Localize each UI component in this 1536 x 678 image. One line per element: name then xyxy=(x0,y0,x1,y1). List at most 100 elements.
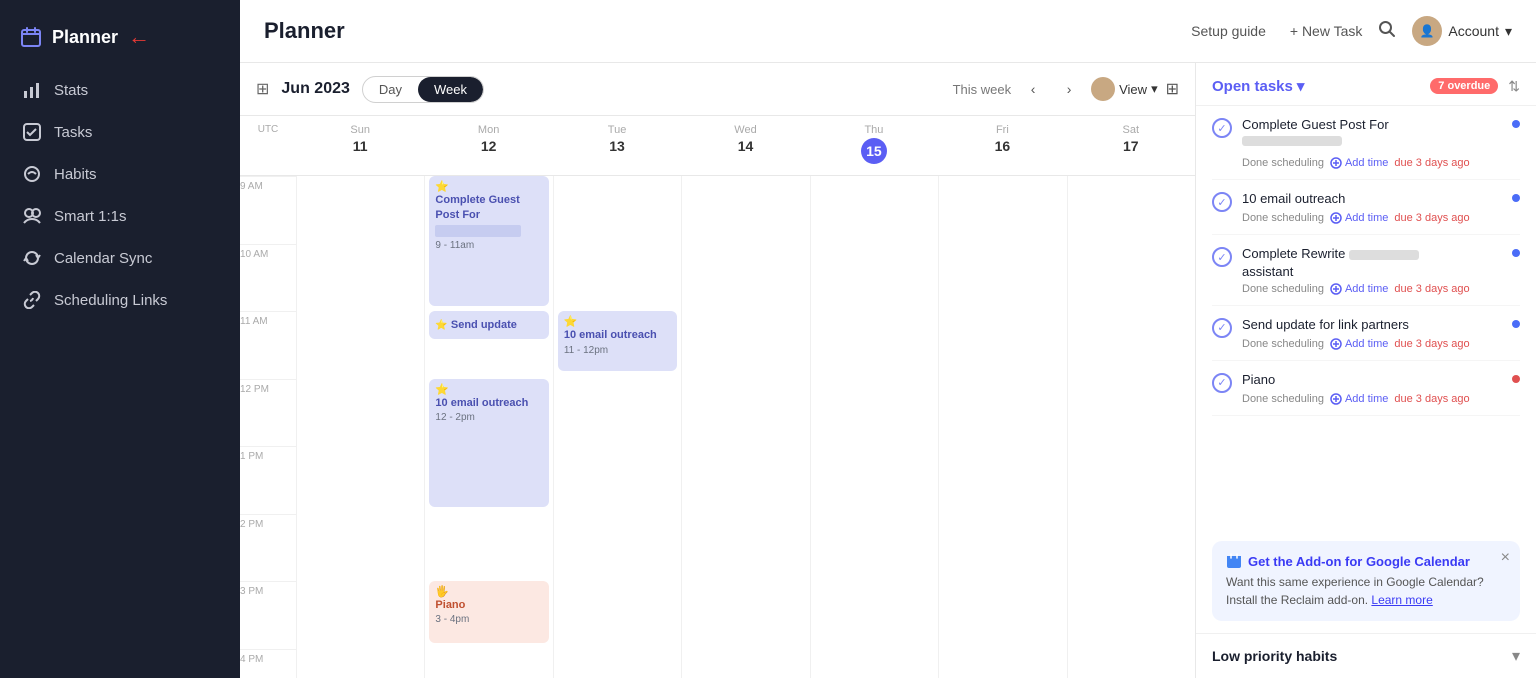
task-checkbox-1[interactable] xyxy=(1212,118,1232,138)
sidebar-item-stats[interactable]: Stats xyxy=(8,70,232,110)
task-meta-2: Done scheduling Add time due 3 days ago xyxy=(1242,212,1502,224)
task-checkbox-3[interactable] xyxy=(1212,247,1232,267)
add-time-button-1[interactable]: Add time xyxy=(1330,157,1388,169)
day-header-wed: Wed 14 xyxy=(681,116,809,176)
gcal-learn-more-link[interactable]: Learn more xyxy=(1371,593,1432,607)
month-year-label: Jun 2023 xyxy=(281,80,349,98)
add-time-button-4[interactable]: Add time xyxy=(1330,338,1388,350)
task-content-4: Send update for link partners Done sched… xyxy=(1242,316,1502,350)
day-cell-wed-1pm xyxy=(681,446,809,513)
sidebar-app-name: Planner xyxy=(52,27,118,48)
event-emoji-piano: 🖐 xyxy=(435,586,449,598)
nav-controls: This week ‹ › View ▾ ⊞ xyxy=(953,75,1179,103)
day-cell-sat-9am xyxy=(1067,176,1195,243)
day-cell-tue-3pm xyxy=(553,581,681,648)
day-cell-mon-12pm: ⭐ 10 email outreach 12 - 2pm xyxy=(424,379,552,446)
task-item: Complete Guest Post For Done scheduling xyxy=(1212,106,1520,180)
time-label-10am: 10 AM xyxy=(240,245,274,260)
calendar-icon xyxy=(20,26,42,48)
view-avatar xyxy=(1091,77,1115,101)
right-panel: Open tasks ▾ 7 overdue ⇅ Complete Guest … xyxy=(1196,63,1536,678)
day-header-fri: Fri 16 xyxy=(938,116,1066,176)
day-cell-mon-1pm xyxy=(424,446,552,513)
day-cell-fri-2pm xyxy=(938,514,1066,581)
task-item-4: Send update for link partners Done sched… xyxy=(1212,306,1520,361)
add-time-button-5[interactable]: Add time xyxy=(1330,393,1388,405)
header-actions: Setup guide + New Task 👤 Account ▾ xyxy=(1183,16,1512,46)
open-tasks-label-text: Open tasks xyxy=(1212,78,1293,95)
done-scheduling-1: Done scheduling xyxy=(1242,157,1324,169)
event-10-email-tue[interactable]: ⭐ 10 email outreach 11 - 12pm xyxy=(558,311,677,371)
task-meta-3: Done scheduling Add time due 3 days ago xyxy=(1242,283,1502,295)
gcal-promo-title-text: Get the Add-on for Google Calendar xyxy=(1248,554,1470,569)
setup-guide-button[interactable]: Setup guide xyxy=(1183,19,1274,43)
task-dot-5 xyxy=(1512,375,1520,383)
habits-icon xyxy=(22,164,42,184)
nav-next-button[interactable]: › xyxy=(1055,75,1083,103)
day-cell-sun-10am xyxy=(296,244,424,311)
day-header-tue: Tue 13 xyxy=(553,116,681,176)
task-dot-3 xyxy=(1512,249,1520,257)
sort-icon[interactable]: ⇅ xyxy=(1508,78,1520,95)
event-piano[interactable]: 🖐 Piano 3 - 4pm xyxy=(429,581,548,643)
sidebar-item-habits[interactable]: Habits xyxy=(8,154,232,194)
add-time-button-2[interactable]: Add time xyxy=(1330,212,1388,224)
sidebar-item-smart-1-1s[interactable]: Smart 1:1s xyxy=(8,196,232,236)
event-emoji: ⭐ xyxy=(435,181,449,193)
day-cell-tue-9am xyxy=(553,176,681,243)
smart-1-1s-icon xyxy=(22,206,42,226)
day-cell-mon-3pm: 🖐 Piano 3 - 4pm xyxy=(424,581,552,648)
event-emoji-2: ⭐ xyxy=(564,316,578,328)
low-priority-habits-section[interactable]: Low priority habits ▾ xyxy=(1196,633,1536,678)
day-cell-sat-4pm xyxy=(1067,649,1195,678)
this-week-button[interactable]: This week xyxy=(953,82,1012,97)
task-subtext-1 xyxy=(1242,136,1342,146)
calendar-toolbar: ⊞ Jun 2023 Day Week This week ‹ › View ▾… xyxy=(240,63,1195,116)
nav-prev-button[interactable]: ‹ xyxy=(1019,75,1047,103)
task-checkbox-4[interactable] xyxy=(1212,318,1232,338)
time-slot-3pm: 3 PM xyxy=(240,581,296,648)
main-content: Planner Setup guide + New Task 👤 Account… xyxy=(240,0,1536,678)
sidebar-item-tasks[interactable]: Tasks xyxy=(8,112,232,152)
day-cell-wed-3pm xyxy=(681,581,809,648)
day-week-toggle: Day Week xyxy=(362,76,484,103)
sidebar-item-label-tasks: Tasks xyxy=(54,124,92,141)
event-time-2: 11 - 12pm xyxy=(564,345,671,356)
sidebar-item-calendar-sync[interactable]: Calendar Sync xyxy=(8,238,232,278)
sidebar-item-label-scheduling-links: Scheduling Links xyxy=(54,292,167,309)
task-name-5: Piano xyxy=(1242,371,1502,389)
day-cell-sat-1pm xyxy=(1067,446,1195,513)
day-cell-sat-11am xyxy=(1067,311,1195,378)
task-dot-4 xyxy=(1512,320,1520,328)
sidebar-logo[interactable]: Planner ← xyxy=(0,16,240,70)
time-label-12pm: 12 PM xyxy=(240,380,275,395)
day-cell-tue-2pm xyxy=(553,514,681,581)
add-time-button-3[interactable]: Add time xyxy=(1330,283,1388,295)
task-checkbox-5[interactable] xyxy=(1212,373,1232,393)
due-text-5: due 3 days ago xyxy=(1394,393,1469,405)
event-send-update[interactable]: ⭐ Send update xyxy=(429,311,548,339)
task-name-3: Complete Rewrite xyxy=(1242,245,1502,263)
day-cell-sun-4pm xyxy=(296,649,424,678)
sidebar-item-scheduling-links[interactable]: Scheduling Links xyxy=(8,280,232,320)
view-button[interactable]: View ▾ xyxy=(1091,77,1157,101)
expand-icon[interactable]: ⊞ xyxy=(256,79,269,99)
close-promo-button[interactable]: × xyxy=(1501,549,1510,567)
day-toggle-button[interactable]: Day xyxy=(363,77,418,102)
day-cell-tue-12pm xyxy=(553,379,681,446)
open-tasks-dropdown[interactable]: Open tasks ▾ xyxy=(1212,77,1304,95)
grid-layout-icon[interactable]: ⊞ xyxy=(1166,79,1179,99)
task-checkbox-2[interactable] xyxy=(1212,192,1232,212)
day-cell-fri-12pm xyxy=(938,379,1066,446)
account-button[interactable]: 👤 Account ▾ xyxy=(1412,16,1512,46)
due-text-3: due 3 days ago xyxy=(1394,283,1469,295)
week-toggle-button[interactable]: Week xyxy=(418,77,483,102)
sidebar: Planner ← Stats Tasks xyxy=(0,0,240,678)
new-task-button[interactable]: + New Task xyxy=(1290,23,1363,39)
view-chevron-icon: ▾ xyxy=(1151,81,1158,97)
day-cell-wed-11am xyxy=(681,311,809,378)
search-icon[interactable] xyxy=(1378,20,1396,43)
day-cell-mon-4pm xyxy=(424,649,552,678)
event-time-piano: 3 - 4pm xyxy=(435,614,542,625)
task-meta-4: Done scheduling Add time due 3 days ago xyxy=(1242,338,1502,350)
